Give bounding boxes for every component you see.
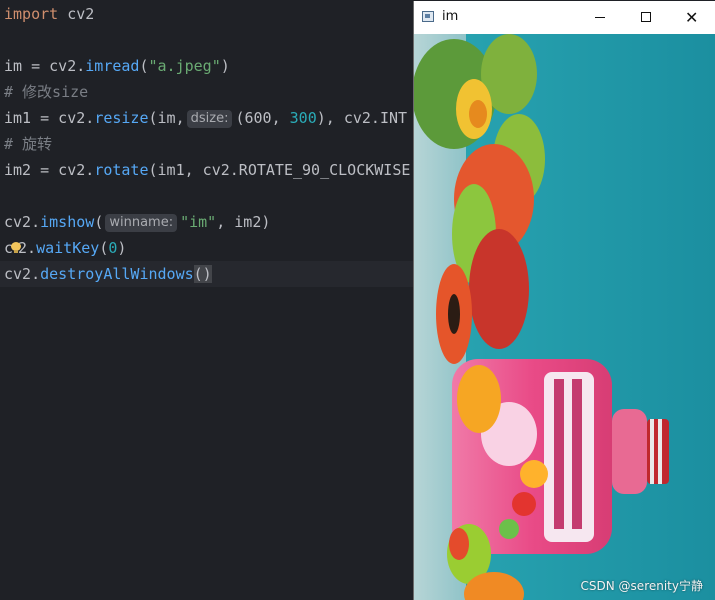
fruit-on-label xyxy=(499,519,519,539)
module-prefix: cv2. xyxy=(4,213,41,231)
func-rotate: rotate xyxy=(94,161,149,179)
module-prefix: cv2. xyxy=(4,265,41,283)
code-line-1[interactable]: import cv2 xyxy=(4,1,94,27)
code-line-2[interactable]: im = cv2.imread("a.jpeg") xyxy=(4,53,230,79)
fruit-core xyxy=(469,100,487,128)
string-literal: "im" xyxy=(180,213,217,231)
label-text-band xyxy=(554,379,564,529)
func-imread: imread xyxy=(85,57,140,75)
param-hint-winname: winname: xyxy=(105,214,178,232)
bottle-label xyxy=(544,372,594,542)
code-line-8[interactable]: c 2.waitKey(0) xyxy=(4,235,126,261)
paren-open: ( xyxy=(94,213,104,231)
fruit-mango xyxy=(457,365,501,433)
call-rest: ), cv2.INT xyxy=(316,109,408,127)
paren-open: ( xyxy=(99,239,109,257)
window-titlebar[interactable]: im ✕ xyxy=(414,1,715,34)
cap-stripe xyxy=(658,419,662,484)
tuple-open: (600 xyxy=(235,109,272,127)
close-button[interactable]: ✕ xyxy=(669,1,715,34)
assign-lhs: im = cv2. xyxy=(4,57,86,75)
code-line-7[interactable]: cv2.imshow(winname: "im", im2) xyxy=(4,209,270,235)
matched-parens: () xyxy=(193,265,212,283)
window-title: im xyxy=(442,9,459,24)
func-imshow: imshow xyxy=(40,213,95,231)
maximize-icon xyxy=(641,12,651,22)
tuple-comma: , xyxy=(271,109,290,127)
fruit-slice xyxy=(449,528,469,560)
assign-lhs: im2 = cv2. xyxy=(4,161,95,179)
paren-open: ( xyxy=(139,57,149,75)
call-args: (im, xyxy=(148,109,185,127)
fruit-on-label xyxy=(512,492,536,516)
rotated-photo xyxy=(414,34,715,600)
fruit-red xyxy=(469,229,529,349)
opencv-image-window[interactable]: im ✕ CSDN @serenity宁静 xyxy=(413,1,715,600)
paren-close: ) xyxy=(117,239,127,257)
window-app-icon xyxy=(422,11,434,22)
cap-stripe xyxy=(650,419,654,484)
code-line-5[interactable]: # 旋转 xyxy=(4,131,52,157)
string-literal: "a.jpeg" xyxy=(148,57,221,75)
assign-lhs: im1 = cv2. xyxy=(4,109,95,127)
image-canvas[interactable]: CSDN @serenity宁静 xyxy=(414,34,715,600)
func-waitkey: waitKey xyxy=(36,239,100,257)
fruit-on-label xyxy=(520,460,548,488)
close-icon: ✕ xyxy=(685,8,699,27)
func-resize: resize xyxy=(94,109,149,127)
keyword-import: import xyxy=(4,5,59,23)
number-literal: 300 xyxy=(289,109,317,127)
call-rest: , im2) xyxy=(216,213,271,231)
minimize-icon xyxy=(595,17,605,18)
maximize-button[interactable] xyxy=(623,1,669,34)
call-args: (im1, cv2.ROTATE_90_CLOCKWISE) xyxy=(148,161,420,179)
watermark-text: CSDN @serenity宁静 xyxy=(580,579,703,593)
paren-close: ) xyxy=(220,57,230,75)
func-destroyallwindows: destroyAllWindows xyxy=(40,265,194,283)
intention-bulb-icon[interactable] xyxy=(11,242,22,254)
label-text-band xyxy=(572,379,582,529)
papaya-seeds xyxy=(448,294,460,334)
bottle-neck xyxy=(612,409,647,494)
minimize-button[interactable] xyxy=(577,1,623,34)
code-line-4[interactable]: im1 = cv2.resize(im, dsize: (600, 300), cv… xyxy=(4,105,407,131)
module-name: cv2 xyxy=(58,5,95,23)
comment: # 修改size xyxy=(4,83,89,101)
code-line-6[interactable]: im2 = cv2.rotate(im1, cv2.ROTATE_90_CLOC… xyxy=(4,157,419,183)
comment: # 旋转 xyxy=(4,135,53,153)
code-line-3[interactable]: # 修改size xyxy=(4,79,88,105)
param-hint-dsize: dsize: xyxy=(186,110,233,128)
